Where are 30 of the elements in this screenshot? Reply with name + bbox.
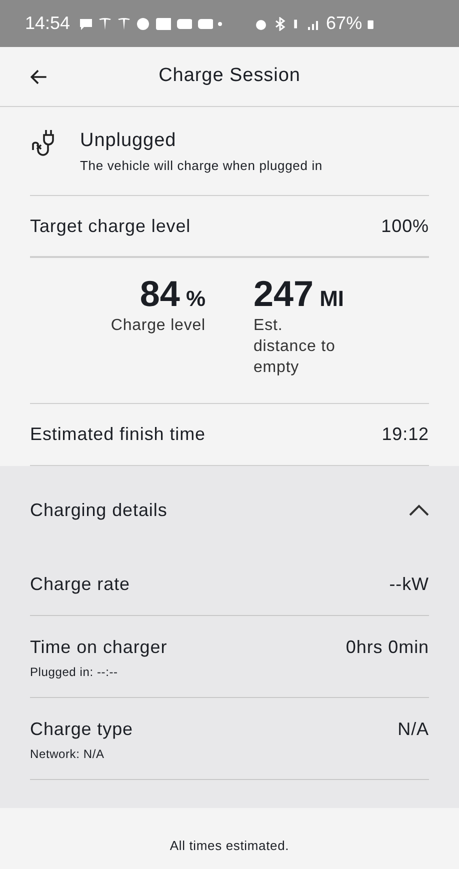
plug-status-subtitle: The vehicle will charge when plugged in	[80, 156, 322, 175]
detail-label: Charge type	[30, 718, 134, 741]
target-value: 100%	[381, 214, 429, 238]
footer-note: All times estimated.	[170, 836, 290, 854]
letter-t-icon	[117, 16, 132, 30]
message-icon	[79, 16, 94, 30]
battery-percent: 67%	[326, 12, 362, 35]
stat-unit: MI	[320, 285, 344, 313]
detail-sublabel: Plugged in: --:--	[30, 664, 119, 681]
detail-value: --kW	[389, 573, 429, 596]
detail-sublabel: Network: N/A	[30, 746, 106, 763]
stat-value: 84	[140, 276, 180, 312]
page-title: Charge Session	[158, 64, 300, 88]
stat-value: 247	[254, 276, 314, 312]
detail-label: Charge rate	[30, 573, 130, 596]
detail-label: Time on charger	[30, 636, 168, 659]
finish-label: Estimated finish time	[30, 423, 206, 446]
letter-t-icon	[98, 16, 112, 30]
stat-unit: %	[186, 285, 206, 313]
target-label: Target charge level	[30, 214, 191, 238]
status-time: 14:54	[25, 12, 70, 35]
plug-status-title: Unplugged	[80, 129, 178, 153]
detail-value: 0hrs 0min	[346, 636, 429, 659]
details-header[interactable]: Charging details	[30, 466, 429, 554]
detail-value: N/A	[398, 718, 429, 741]
bluetooth-icon	[273, 16, 288, 30]
stat-label: Charge level	[110, 316, 206, 336]
finish-value: 19:12	[382, 423, 429, 446]
dot-icon	[218, 22, 222, 26]
stat-label: Est. distance to empty	[254, 316, 336, 378]
